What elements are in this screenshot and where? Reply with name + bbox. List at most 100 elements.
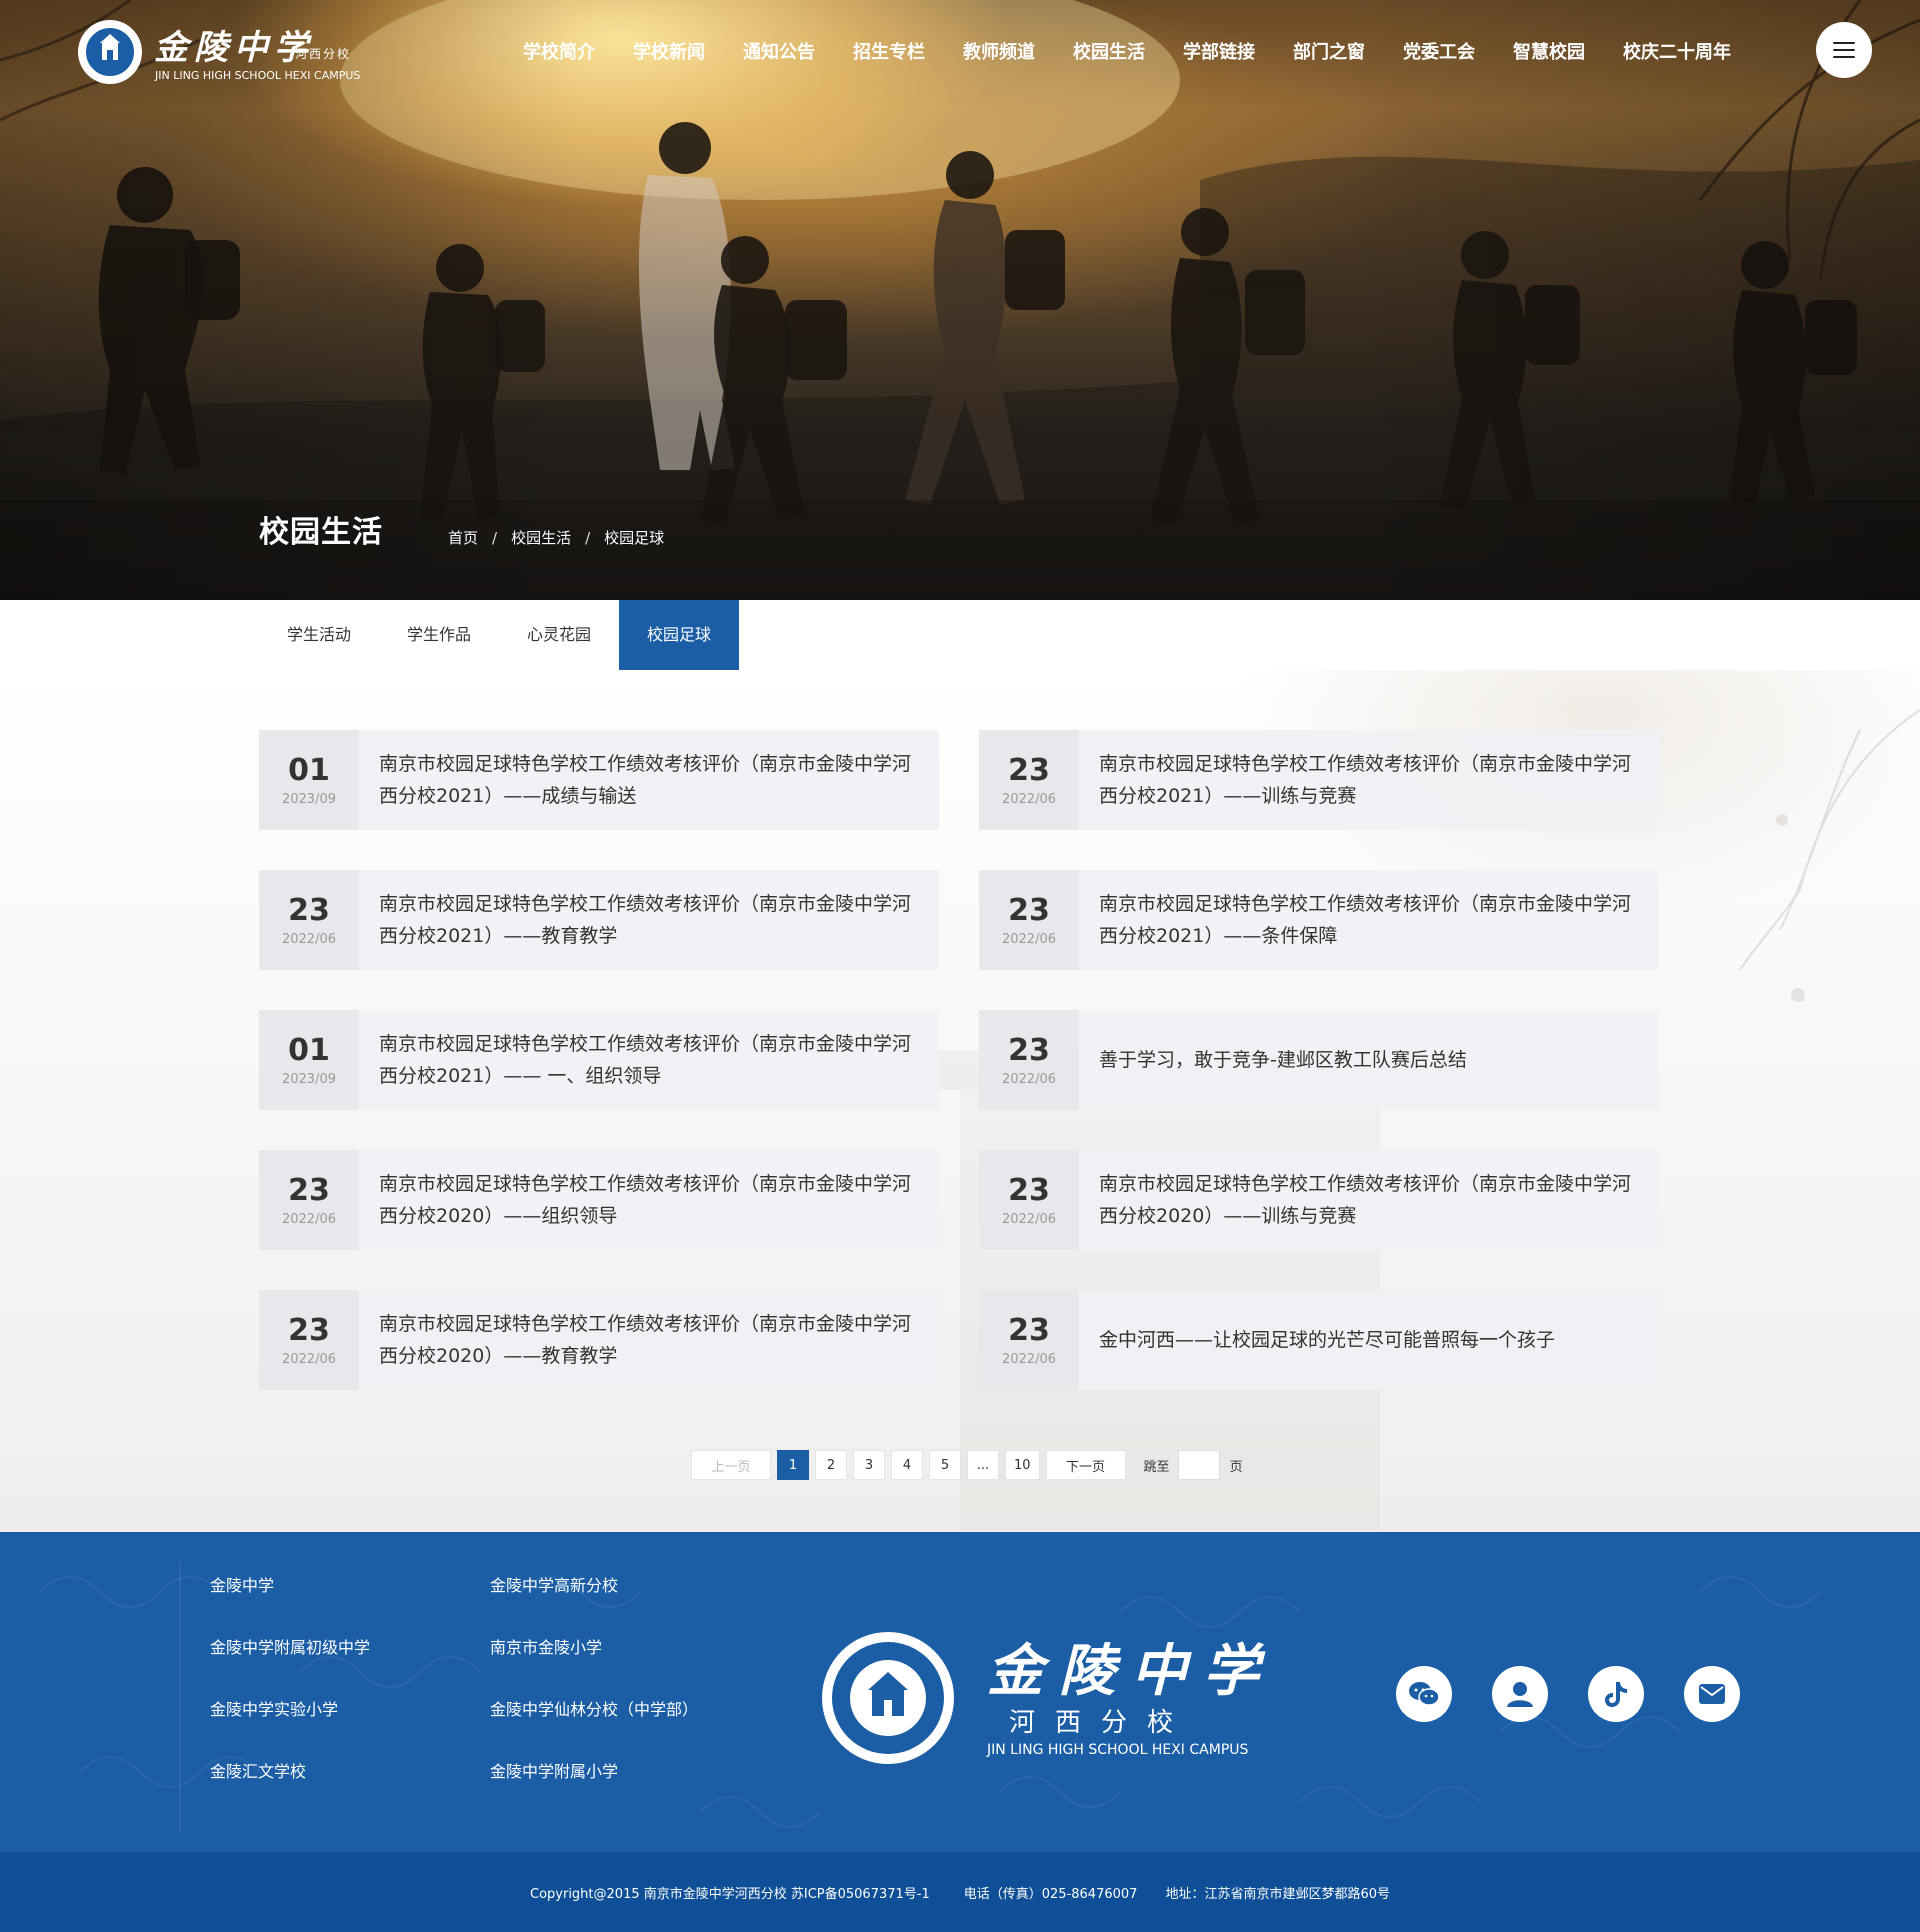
list-item[interactable]: 23 2022/06 南京市校园足球特色学校工作绩效考核评价（南京市金陵中学河西…: [259, 1150, 939, 1250]
pagination: 上一页 1 2 3 4 5 ... 10 下一页 跳至 页: [691, 1450, 1243, 1480]
tab-student-activities[interactable]: 学生活动: [259, 600, 379, 670]
date-year-month: 2022/06: [1001, 931, 1056, 947]
footer-link-affiliated-junior[interactable]: 金陵中学附属初级中学: [210, 1634, 370, 1658]
list-item[interactable]: 23 2022/06 南京市校园足球特色学校工作绩效考核评价（南京市金陵中学河西…: [979, 1150, 1659, 1250]
news-title-link[interactable]: 南京市校园足球特色学校工作绩效考核评价（南京市金陵中学河西分校2021）——教育…: [359, 870, 939, 970]
emblem-year: 1888: [870, 1742, 906, 1755]
nav-item-notices[interactable]: 通知公告: [743, 38, 815, 64]
list-item[interactable]: 23 2022/06 南京市校园足球特色学校工作绩效考核评价（南京市金陵中学河西…: [259, 870, 939, 970]
news-title-link[interactable]: 南京市校园足球特色学校工作绩效考核评价（南京市金陵中学河西分校2020）——教育…: [359, 1290, 939, 1390]
nav-item-campus-life[interactable]: 校园生活: [1073, 38, 1145, 64]
news-title-link[interactable]: 南京市校园足球特色学校工作绩效考核评价（南京市金陵中学河西分校2021）—— 一…: [359, 1010, 939, 1110]
wechat-button[interactable]: [1396, 1666, 1452, 1722]
page-unit-label: 页: [1229, 1459, 1243, 1475]
jump-page-input[interactable]: [1177, 1450, 1220, 1480]
date-block: 23 2022/06: [979, 870, 1079, 970]
date-day: 01: [288, 752, 330, 788]
hamburger-menu-icon: [1833, 42, 1855, 58]
list-item[interactable]: 23 2022/06 善于学习，敢于竞争-建邺区教工队赛后总结: [979, 1010, 1659, 1110]
page-button-3[interactable]: 3: [853, 1450, 885, 1480]
wechat-icon: [1409, 1682, 1440, 1706]
news-title-link[interactable]: 南京市校园足球特色学校工作绩效考核评价（南京市金陵中学河西分校2020）——训练…: [1079, 1150, 1659, 1250]
date-day: 23: [1008, 1172, 1050, 1208]
nav-item-admissions[interactable]: 招生专栏: [853, 38, 925, 64]
tab-campus-football[interactable]: 校园足球: [619, 600, 739, 670]
breadcrumb-home[interactable]: 首页: [448, 527, 478, 548]
logo-english: JIN LING HIGH SCHOOL HEXI CAMPUS: [155, 69, 361, 82]
footer-logo-english: JIN LING HIGH SCHOOL HEXI CAMPUS: [987, 1742, 1249, 1758]
nav-item-teachers[interactable]: 教师频道: [963, 38, 1035, 64]
page-button-5[interactable]: 5: [929, 1450, 961, 1480]
menu-button[interactable]: [1816, 22, 1872, 78]
footer-link-huiwen[interactable]: 金陵汇文学校: [210, 1758, 306, 1782]
school-emblem-icon: 1888: [822, 1632, 954, 1764]
page-button-2[interactable]: 2: [815, 1450, 847, 1480]
date-block: 23 2022/06: [979, 1150, 1079, 1250]
copyright-address: 地址：江苏省南京市建邺区梦都路60号: [1165, 1886, 1390, 1902]
date-year-month: 2023/09: [281, 1071, 336, 1087]
news-title-link[interactable]: 南京市校园足球特色学校工作绩效考核评价（南京市金陵中学河西分校2021）——成绩…: [359, 730, 939, 830]
tab-mind-garden[interactable]: 心灵花园: [499, 600, 619, 670]
date-year-month: 2022/06: [281, 1351, 336, 1367]
date-block: 23 2022/06: [259, 1150, 359, 1250]
school-emblem-icon: [78, 20, 142, 84]
footer-logo-subtitle: 河西分校: [1009, 1708, 1194, 1738]
list-item[interactable]: 23 2022/06 南京市校园足球特色学校工作绩效考核评价（南京市金陵中学河西…: [979, 870, 1659, 970]
list-item[interactable]: 23 2022/06 南京市校园足球特色学校工作绩效考核评价（南京市金陵中学河西…: [979, 730, 1659, 830]
list-item[interactable]: 23 2022/06 金中河西——让校园足球的光芒尽可能普照每一个孩子: [979, 1290, 1659, 1390]
list-item[interactable]: 23 2022/06 南京市校园足球特色学校工作绩效考核评价（南京市金陵中学河西…: [259, 1290, 939, 1390]
breadcrumb-current: 校园足球: [604, 529, 665, 547]
breadcrumb-campus-life[interactable]: 校园生活: [511, 527, 571, 548]
date-year-month: 2022/06: [1001, 791, 1056, 807]
emblem-building-icon: [100, 34, 120, 60]
nav-item-party-union[interactable]: 党委工会: [1403, 38, 1475, 64]
footer: 金陵中学 金陵中学附属初级中学 金陵中学实验小学 金陵汇文学校 金陵中学高新分校…: [0, 1532, 1920, 1852]
tab-student-works[interactable]: 学生作品: [379, 600, 499, 670]
jump-label: 跳至: [1143, 1459, 1170, 1475]
page-button-4[interactable]: 4: [891, 1450, 923, 1480]
footer-link-xianlin[interactable]: 金陵中学仙林分校（中学部）: [490, 1696, 698, 1720]
mail-button[interactable]: [1684, 1666, 1740, 1722]
date-year-month: 2022/06: [281, 1211, 336, 1227]
nav-item-departments[interactable]: 部门之窗: [1293, 38, 1365, 64]
user-icon: [1507, 1682, 1533, 1707]
nav-item-division-links[interactable]: 学部链接: [1183, 38, 1255, 64]
prev-page-button[interactable]: 上一页: [691, 1450, 771, 1480]
page-title: 校园生活: [259, 515, 383, 550]
date-year-month: 2022/06: [1001, 1071, 1056, 1087]
news-title-link[interactable]: 善于学习，敢于竞争-建邺区教工队赛后总结: [1079, 1010, 1659, 1110]
list-item[interactable]: 01 2023/09 南京市校园足球特色学校工作绩效考核评价（南京市金陵中学河西…: [259, 1010, 939, 1110]
breadcrumb-separator: /: [585, 528, 591, 547]
profile-button[interactable]: [1492, 1666, 1548, 1722]
footer-link-affiliated-primary[interactable]: 金陵中学附属小学: [490, 1758, 618, 1782]
nav-item-school-news[interactable]: 学校新闻: [633, 38, 705, 64]
site-logo[interactable]: 金陵中学 河西分校 JIN LING HIGH SCHOOL HEXI CAMP…: [78, 20, 368, 84]
page-button-10[interactable]: 10: [1005, 1450, 1040, 1480]
mail-icon: [1699, 1684, 1725, 1704]
page-button-1[interactable]: 1: [777, 1450, 809, 1480]
news-title-link[interactable]: 南京市校园足球特色学校工作绩效考核评价（南京市金陵中学河西分校2021）——条件…: [1079, 870, 1659, 970]
footer-link-experimental-primary[interactable]: 金陵中学实验小学: [210, 1696, 338, 1720]
date-block: 23 2022/06: [979, 1290, 1079, 1390]
footer-logo-title: 金陵中学: [987, 1638, 1275, 1704]
footer-link-gaoxin[interactable]: 金陵中学高新分校: [490, 1572, 618, 1596]
tiktok-button[interactable]: [1588, 1666, 1644, 1722]
footer-link-jinling[interactable]: 金陵中学: [210, 1572, 274, 1596]
main-content: 01 2023/09 南京市校园足球特色学校工作绩效考核评价（南京市金陵中学河西…: [0, 670, 1920, 1532]
date-year-month: 2023/09: [281, 791, 336, 807]
news-title-link[interactable]: 南京市校园足球特色学校工作绩效考核评价（南京市金陵中学河西分校2021）——训练…: [1079, 730, 1659, 830]
date-block: 23 2022/06: [979, 1010, 1079, 1110]
nav-item-school-intro[interactable]: 学校简介: [523, 38, 595, 64]
nav-item-anniversary[interactable]: 校庆二十周年: [1623, 38, 1731, 64]
news-title-link[interactable]: 金中河西——让校园足球的光芒尽可能普照每一个孩子: [1079, 1290, 1659, 1390]
footer-link-jinling-primary[interactable]: 南京市金陵小学: [490, 1634, 602, 1658]
nav-item-smart-campus[interactable]: 智慧校园: [1513, 38, 1585, 64]
date-day: 23: [288, 1312, 330, 1348]
news-title-link[interactable]: 南京市校园足球特色学校工作绩效考核评价（南京市金陵中学河西分校2020）——组织…: [359, 1150, 939, 1250]
date-year-month: 2022/06: [281, 931, 336, 947]
copyright-text: Copyright@2015 南京市金陵中学河西分校 苏ICP备05067371…: [530, 1886, 930, 1902]
breadcrumb-separator: /: [492, 528, 498, 547]
list-item[interactable]: 01 2023/09 南京市校园足球特色学校工作绩效考核评价（南京市金陵中学河西…: [259, 730, 939, 830]
date-block: 01 2023/09: [259, 1010, 359, 1110]
next-page-button[interactable]: 下一页: [1045, 1450, 1126, 1480]
